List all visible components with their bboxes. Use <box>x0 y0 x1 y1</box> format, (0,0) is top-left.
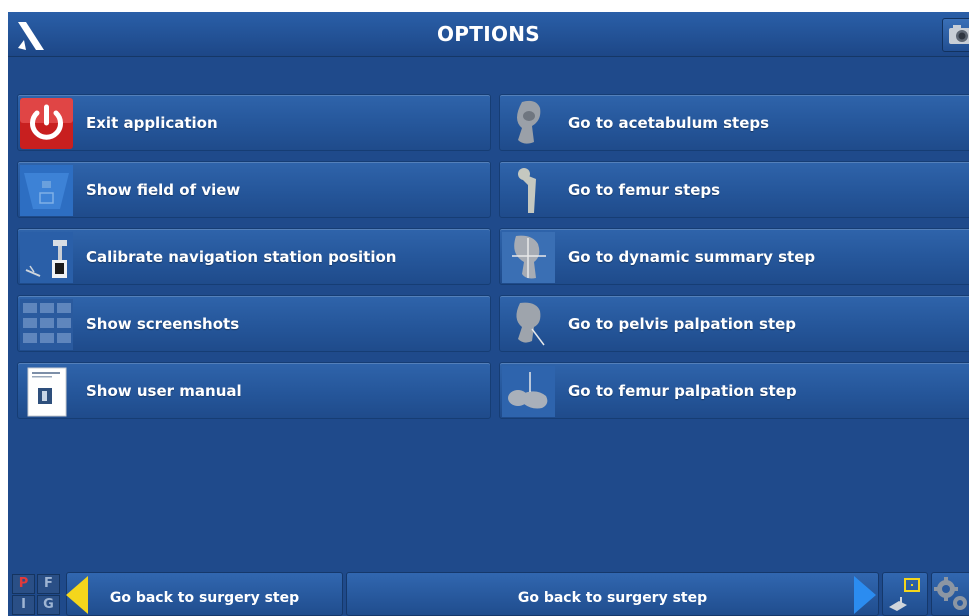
go-to-dynamic-summary-step-button[interactable]: Go to dynamic summary step <box>499 228 969 285</box>
go-back-to-surgery-step-center-button[interactable]: Go back to surgery step <box>346 572 879 616</box>
calibrate-navigation-station-label: Calibrate navigation station position <box>86 248 397 266</box>
gear-icon <box>934 577 967 610</box>
bottom-bar: P F I G Go back to surgery step Go back … <box>8 570 969 616</box>
flag-i[interactable]: I <box>12 595 35 615</box>
dynamic-summary-icon <box>502 232 555 283</box>
go-to-femur-palpation-step-button[interactable]: Go to femur palpation step <box>499 362 969 419</box>
flag-p[interactable]: P <box>12 574 35 594</box>
field-of-view-icon <box>20 165 73 216</box>
navigation-station-icon <box>20 232 73 283</box>
show-screenshots-button[interactable]: Show screenshots <box>17 295 491 352</box>
go-to-pelvis-palpation-step-label: Go to pelvis palpation step <box>568 315 797 333</box>
yellow-arrow-icon <box>66 576 88 614</box>
camera-icon <box>949 25 969 44</box>
settings-button[interactable] <box>931 572 969 616</box>
camera-view-button[interactable] <box>882 572 928 616</box>
exit-application-button[interactable]: Exit application <box>17 94 491 151</box>
go-to-acetabulum-steps-button[interactable]: Go to acetabulum steps <box>499 94 969 151</box>
go-to-femur-steps-label: Go to femur steps <box>568 181 721 199</box>
go-to-femur-palpation-step-label: Go to femur palpation step <box>568 382 797 400</box>
femur-palpation-icon <box>502 366 555 417</box>
show-field-of-view-button[interactable]: Show field of view <box>17 161 491 218</box>
show-screenshots-label: Show screenshots <box>86 315 240 333</box>
go-back-to-surgery-step-button[interactable]: Go back to surgery step <box>66 572 343 616</box>
pelvis-palpation-icon <box>502 299 555 350</box>
show-user-manual-label: Show user manual <box>86 382 242 400</box>
user-manual-icon <box>20 366 73 417</box>
header-bar: OPTIONS <box>8 12 969 57</box>
femur-icon <box>502 165 555 216</box>
flag-g[interactable]: G <box>37 595 60 615</box>
calibrate-navigation-station-button[interactable]: Calibrate navigation station position <box>17 228 491 285</box>
flag-f[interactable]: F <box>37 574 60 594</box>
screenshot-button[interactable] <box>942 18 969 52</box>
acetabulum-icon <box>502 98 555 149</box>
exit-application-label: Exit application <box>86 114 218 132</box>
page-title: OPTIONS <box>437 22 540 46</box>
camera-view-icon <box>889 578 920 611</box>
step-flags: P F I G <box>8 570 66 616</box>
go-to-pelvis-palpation-step-button[interactable]: Go to pelvis palpation step <box>499 295 969 352</box>
next-arrow-icon[interactable] <box>852 576 876 614</box>
go-to-femur-steps-button[interactable]: Go to femur steps <box>499 161 969 218</box>
go-to-dynamic-summary-step-label: Go to dynamic summary step <box>568 248 816 266</box>
show-user-manual-button[interactable]: Show user manual <box>17 362 491 419</box>
show-field-of-view-label: Show field of view <box>86 181 241 199</box>
go-to-acetabulum-steps-label: Go to acetabulum steps <box>568 114 770 132</box>
power-icon <box>20 98 73 149</box>
options-screen: OPTIONS Exit application Show field of v… <box>8 12 969 616</box>
screenshots-icon <box>20 299 73 350</box>
